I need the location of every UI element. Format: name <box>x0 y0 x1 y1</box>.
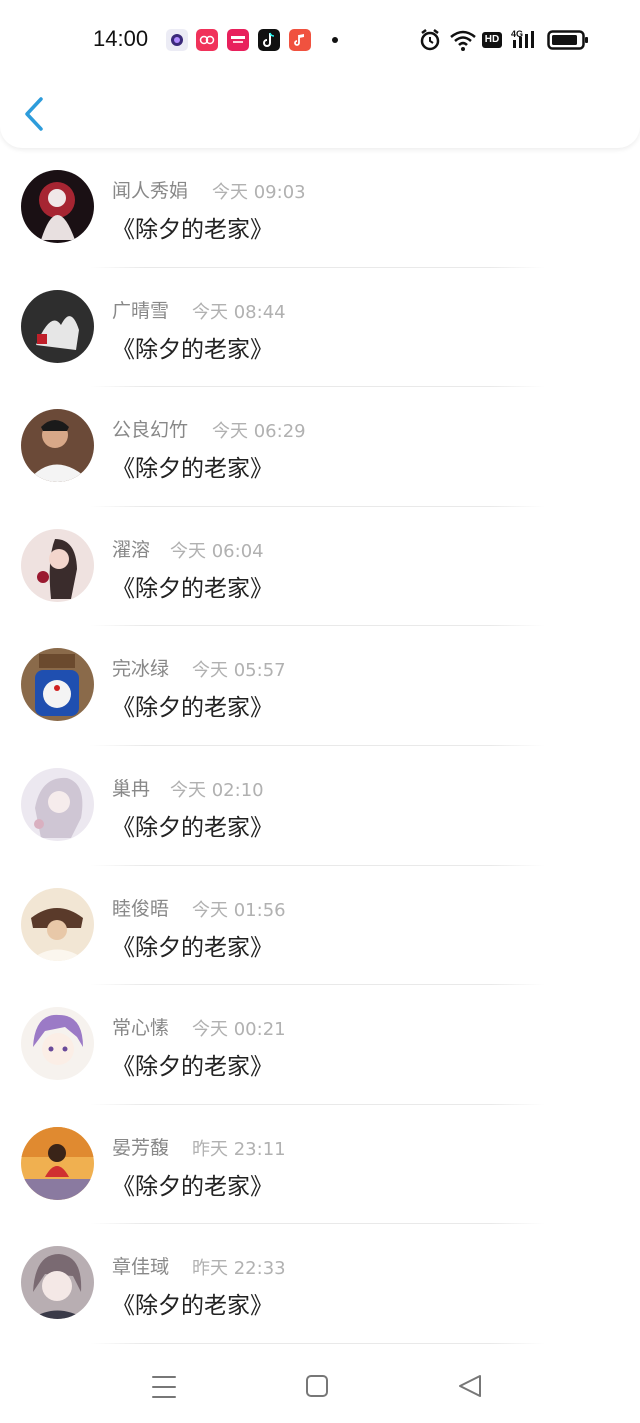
comment-time: 今天 09:03 <box>212 182 306 203</box>
home-button[interactable] <box>297 1367 337 1407</box>
back-button[interactable] <box>22 96 48 132</box>
comment-time: 今天 00:21 <box>192 1019 286 1041</box>
article-title: 《除夕的老家》 <box>112 934 273 961</box>
alarm-icon <box>419 28 441 56</box>
comment-time: 昨天 22:33 <box>192 1258 286 1280</box>
article-title: 《除夕的老家》 <box>112 1173 273 1200</box>
pink-app-icon <box>196 29 218 51</box>
list-item[interactable]: 睦俊晤 今天 01:56 《除夕的老家》 <box>0 866 640 986</box>
article-title: 《除夕的老家》 <box>112 814 273 841</box>
list-item[interactable]: 完冰绿 今天 05:57 《除夕的老家》 <box>0 626 640 746</box>
avatar[interactable] <box>21 528 94 602</box>
purple-dot-app-icon <box>166 29 188 51</box>
list-item[interactable]: 濯溶 今天 06:04 《除夕的老家》 <box>0 507 640 627</box>
list-item[interactable]: 闻人秀娟 今天 09:03 《除夕的老家》 <box>0 148 640 268</box>
menu-icon <box>152 1376 176 1398</box>
system-nav-bar <box>0 1355 640 1423</box>
avatar[interactable] <box>21 887 94 961</box>
avatar[interactable] <box>21 409 94 483</box>
signal-4g-icon: 4G <box>510 28 540 56</box>
comment-time: 今天 02:10 <box>170 779 264 801</box>
avatar[interactable] <box>21 1246 94 1320</box>
list-item[interactable]: 公良幻竹 今天 06:29 《除夕的老家》 <box>0 387 640 507</box>
article-title: 《除夕的老家》 <box>112 217 273 243</box>
comment-time: 今天 08:44 <box>192 301 286 323</box>
user-name: 常心愫 <box>112 1017 170 1040</box>
avatar[interactable] <box>21 648 94 722</box>
user-name: 巢冉 <box>112 777 151 800</box>
wifi-icon <box>449 28 477 56</box>
list-item[interactable]: 巢冉 今天 02:10 《除夕的老家》 <box>0 746 640 866</box>
avatar[interactable] <box>21 1007 94 1081</box>
list-item[interactable]: 广晴雪 今天 08:44 《除夕的老家》 <box>0 268 640 388</box>
pink-shop-app-icon <box>227 29 249 51</box>
user-name: 广晴雪 <box>112 299 170 322</box>
back-nav-button[interactable] <box>450 1367 490 1407</box>
user-name: 章佳琙 <box>112 1256 170 1279</box>
menu-button[interactable] <box>144 1367 184 1407</box>
notification-dot <box>332 37 338 43</box>
avatar[interactable] <box>21 170 94 243</box>
battery-icon <box>547 30 589 54</box>
status-time: 14:00 <box>93 26 149 51</box>
article-title: 《除夕的老家》 <box>112 575 273 602</box>
comment-time: 昨天 23:11 <box>192 1138 286 1160</box>
comment-time: 今天 01:56 <box>192 899 286 921</box>
avatar[interactable] <box>21 289 94 363</box>
top-header: 14:00 HD 4G <box>0 0 640 148</box>
comment-time: 今天 06:29 <box>212 421 306 443</box>
list-item[interactable]: 晏芳馥 昨天 23:11 《除夕的老家》 <box>0 1105 640 1225</box>
user-name: 睦俊晤 <box>112 897 170 920</box>
music-app-icon <box>289 29 311 51</box>
user-name: 闻人秀娟 <box>112 180 189 202</box>
avatar[interactable] <box>21 1126 94 1200</box>
chevron-left-icon <box>25 97 43 131</box>
home-square-icon <box>306 1375 328 1397</box>
article-title: 《除夕的老家》 <box>112 336 273 363</box>
user-name: 完冰绿 <box>112 658 170 681</box>
user-name: 晏芳馥 <box>112 1136 170 1159</box>
article-title: 《除夕的老家》 <box>112 456 273 483</box>
status-bar: 14:00 HD 4G <box>0 18 640 64</box>
tiktok-icon <box>258 29 280 51</box>
article-title: 《除夕的老家》 <box>112 1293 273 1320</box>
hd-icon: HD <box>482 32 502 48</box>
article-title: 《除夕的老家》 <box>112 695 273 722</box>
comment-list: 闻人秀娟 今天 09:03 《除夕的老家》 广晴雪 今天 08:44 《除夕的老… <box>0 148 640 1344</box>
list-item[interactable]: 常心愫 今天 00:21 《除夕的老家》 <box>0 985 640 1105</box>
list-item[interactable]: 章佳琙 昨天 22:33 《除夕的老家》 <box>0 1224 640 1344</box>
user-name: 濯溶 <box>112 538 151 561</box>
comment-time: 今天 05:57 <box>192 660 286 682</box>
divider <box>90 1342 545 1344</box>
back-triangle-icon <box>459 1375 481 1397</box>
comment-time: 今天 06:04 <box>170 540 264 562</box>
avatar[interactable] <box>21 767 94 841</box>
user-name: 公良幻竹 <box>112 419 189 442</box>
article-title: 《除夕的老家》 <box>112 1054 273 1081</box>
